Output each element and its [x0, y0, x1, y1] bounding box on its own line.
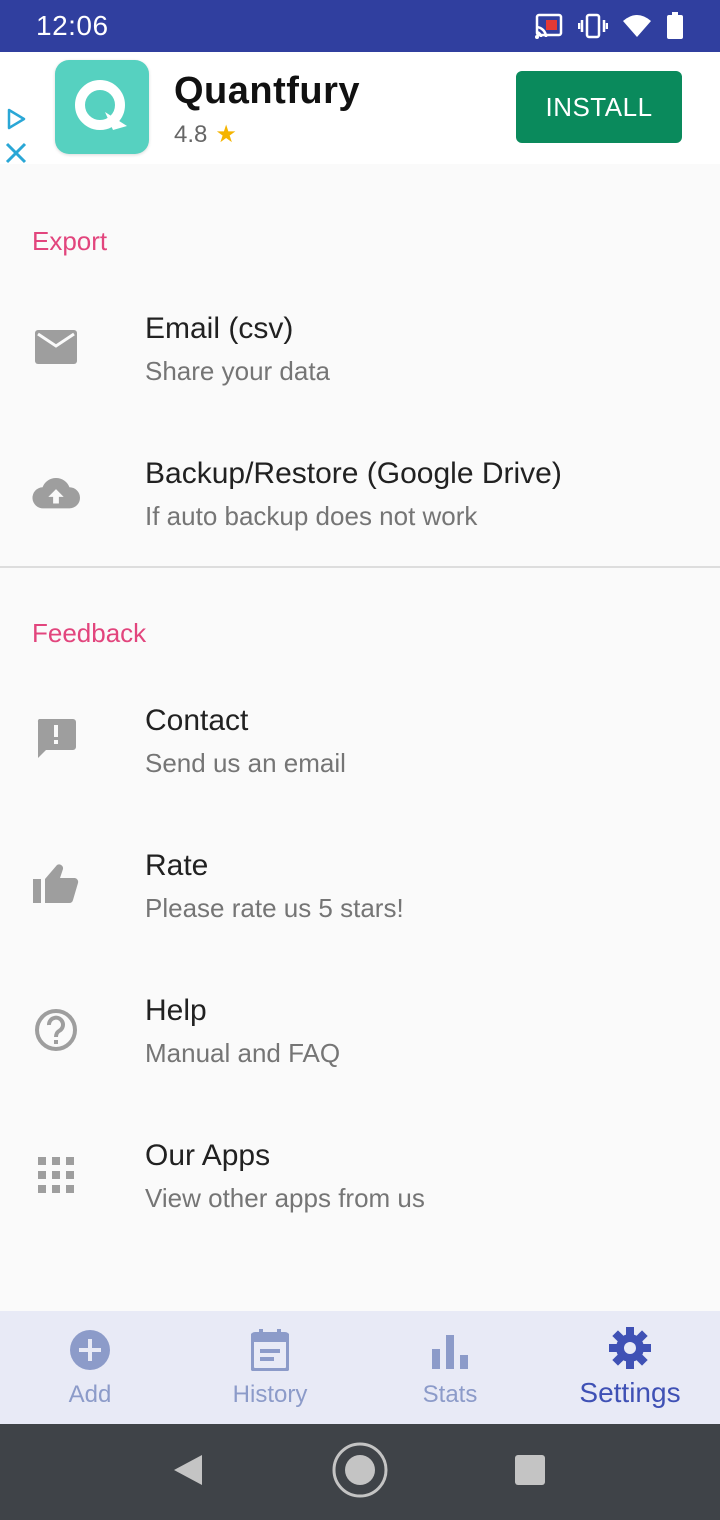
email-icon: [32, 323, 80, 371]
nav-label: Stats: [422, 1381, 478, 1408]
star-icon: ★: [215, 121, 237, 148]
settings-item-contact[interactable]: Contact Send us an email: [0, 670, 720, 810]
status-bar: 12:06: [0, 0, 720, 52]
ad-title[interactable]: Quantfury: [174, 70, 360, 113]
nav-item-settings[interactable]: Settings: [540, 1311, 720, 1424]
item-title: Rate: [145, 849, 209, 882]
recents-square-icon: [514, 1454, 546, 1491]
install-button[interactable]: INSTALL: [516, 71, 682, 143]
nav-item-stats[interactable]: Stats: [360, 1311, 540, 1424]
bar-chart-icon: [360, 1335, 540, 1369]
battery-icon: [666, 12, 684, 40]
gear-icon: [540, 1327, 720, 1369]
settings-item-our-apps[interactable]: Our Apps View other apps from us: [0, 1105, 720, 1245]
item-subtitle: Manual and FAQ: [145, 1038, 341, 1068]
item-title: Backup/Restore (Google Drive): [145, 457, 562, 490]
home-button[interactable]: [330, 1424, 390, 1520]
ad-choices-icon[interactable]: [4, 108, 28, 134]
section-header-export: Export: [32, 226, 108, 256]
settings-item-help[interactable]: Help Manual and FAQ: [0, 960, 720, 1100]
ad-rating: 4.8 ★: [174, 120, 237, 149]
nav-label: Add: [68, 1381, 112, 1408]
settings-item-rate[interactable]: Rate Please rate us 5 stars!: [0, 815, 720, 955]
status-icons: [534, 12, 684, 40]
nav-label: Settings: [579, 1377, 681, 1408]
item-title: Email (csv): [145, 312, 294, 345]
add-circle-icon: [0, 1329, 180, 1371]
feedback-icon: [32, 714, 80, 762]
status-time: 12:06: [36, 10, 109, 41]
item-title: Contact: [145, 704, 249, 737]
nav-item-add[interactable]: Add: [0, 1311, 180, 1424]
section-divider: [0, 566, 720, 568]
help-icon: [32, 1006, 80, 1054]
ad-close-icon[interactable]: [4, 142, 28, 169]
apps-grid-icon: [32, 1151, 80, 1199]
item-title: Help: [145, 994, 207, 1027]
thumb-up-icon: [32, 859, 80, 907]
ad-choices[interactable]: [4, 108, 30, 170]
ad-app-logo[interactable]: [55, 60, 149, 154]
back-triangle-icon: [172, 1453, 204, 1492]
section-header-feedback: Feedback: [32, 618, 147, 648]
system-navigation-bar: [0, 1424, 720, 1520]
vibrate-icon: [578, 13, 608, 39]
settings-item-email-csv[interactable]: Email (csv) Share your data: [0, 278, 720, 418]
ad-banner[interactable]: Quantfury 4.8 ★ INSTALL: [0, 52, 720, 164]
back-button[interactable]: [168, 1424, 208, 1520]
calendar-icon: [180, 1329, 360, 1371]
item-title: Our Apps: [145, 1139, 271, 1172]
recents-button[interactable]: [512, 1424, 548, 1520]
bottom-navigation: Add History Stats Settings: [0, 1311, 720, 1424]
settings-item-backup-restore[interactable]: Backup/Restore (Google Drive) If auto ba…: [0, 423, 720, 563]
nav-label: History: [232, 1381, 308, 1408]
item-subtitle: Send us an email: [145, 748, 346, 778]
cast-icon: [534, 13, 564, 39]
ad-rating-value: 4.8: [174, 120, 208, 148]
wifi-icon: [622, 13, 652, 39]
cloud-upload-icon: [32, 469, 80, 517]
item-subtitle: Please rate us 5 stars!: [145, 893, 404, 923]
item-subtitle: View other apps from us: [145, 1183, 425, 1213]
item-subtitle: If auto backup does not work: [145, 501, 478, 531]
nav-item-history[interactable]: History: [180, 1311, 360, 1424]
home-circle-icon: [331, 1441, 389, 1504]
item-subtitle: Share your data: [145, 356, 331, 386]
